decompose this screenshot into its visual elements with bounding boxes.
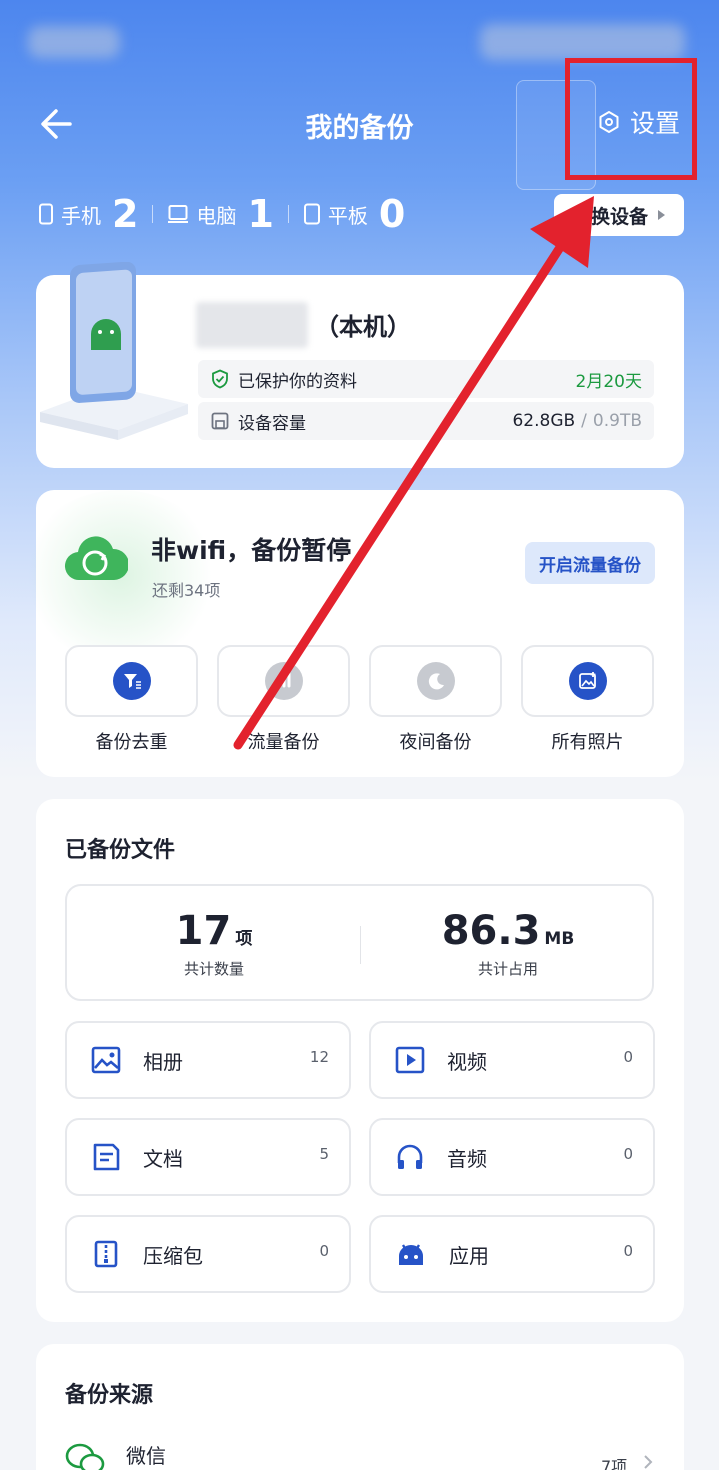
category-count: 5	[319, 1145, 329, 1163]
phone-count: 2	[112, 192, 139, 236]
zip-icon	[94, 1240, 118, 1268]
enable-cellular-backup-button[interactable]: 开启流量备份	[525, 542, 655, 584]
source-name: 微信	[126, 1444, 166, 1468]
headphones-icon	[397, 1144, 423, 1169]
total-size-label: 共计占用	[477, 960, 538, 978]
category-count: 12	[309, 1048, 329, 1066]
dedupe-tool-button[interactable]	[65, 645, 198, 717]
category-document[interactable]: 文档 5	[65, 1118, 351, 1196]
android-icon	[399, 1244, 423, 1265]
category-name: 文档	[143, 1146, 183, 1171]
play-arrow-icon	[658, 210, 665, 220]
laptop-count: 1	[247, 192, 274, 236]
cellular-backup-tool-label: 流量备份	[247, 732, 320, 753]
shield-check-icon	[212, 369, 228, 389]
capacity-used: 62.8GB	[512, 411, 576, 431]
capacity-label: 设备容量	[238, 413, 306, 434]
switch-device-button[interactable]: 切换设备	[554, 194, 684, 236]
night-backup-tool-button[interactable]	[369, 645, 502, 717]
total-size-block: 86.3 MB 共计占用	[361, 908, 655, 979]
document-icon	[93, 1143, 120, 1171]
wechat-icon	[65, 1443, 105, 1470]
protected-label: 已保护你的资料	[238, 371, 357, 392]
storage-icon	[211, 412, 229, 430]
tablet-label: 平板	[327, 203, 368, 228]
category-count: 0	[623, 1242, 633, 1260]
laptop-icon	[168, 205, 189, 223]
chevron-right-icon	[644, 1455, 653, 1469]
all-photos-tool-button[interactable]	[521, 645, 654, 717]
filter-icon	[112, 662, 151, 700]
category-name: 应用	[449, 1243, 489, 1268]
dedupe-tool-label: 备份去重	[95, 732, 168, 753]
device-count-tablet[interactable]: 平板 0	[303, 192, 405, 236]
tablet-icon	[303, 203, 320, 225]
capacity-row: 设备容量 62.8GB / 0.9TB	[198, 402, 654, 440]
category-apps[interactable]: 应用 0	[369, 1215, 655, 1293]
device-count-phone[interactable]: 手机 2	[38, 192, 138, 236]
category-name: 视频	[447, 1049, 487, 1074]
divider	[152, 205, 154, 223]
files-summary: 17 项 共计数量 86.3 MB 共计占用	[65, 884, 654, 1001]
category-name: 压缩包	[143, 1243, 203, 1268]
category-album[interactable]: 相册 12	[65, 1021, 351, 1099]
category-name: 相册	[143, 1049, 183, 1074]
backup-sources-title: 备份来源	[65, 1383, 154, 1408]
source-count: 7项	[601, 1457, 628, 1470]
device-count-bar: 手机 2 电脑 1 平板 0	[38, 192, 405, 236]
night-backup-tool-label: 夜间备份	[399, 732, 472, 753]
switch-device-label: 切换设备	[571, 205, 648, 228]
category-count: 0	[623, 1048, 633, 1066]
tablet-count: 0	[378, 192, 406, 236]
moon-icon	[416, 662, 455, 700]
category-count: 0	[319, 1242, 329, 1260]
backup-status-title: 非wifi，备份暂停	[151, 536, 352, 565]
protection-row: 已保护你的资料 2月20天	[198, 360, 654, 398]
album-icon	[91, 1046, 121, 1074]
capacity-divider: /	[581, 411, 587, 431]
protected-value: 2月20天	[575, 371, 642, 392]
category-audio[interactable]: 音频 0	[369, 1118, 655, 1196]
backed-up-files-title: 已备份文件	[65, 838, 176, 863]
annotation-highlight-box	[565, 58, 697, 180]
total-count-label: 共计数量	[183, 960, 244, 978]
total-count-unit: 项	[235, 929, 253, 949]
status-bar-blur-right	[480, 24, 685, 60]
device-local-label: （本机）	[315, 313, 411, 341]
category-video[interactable]: 视频 0	[369, 1021, 655, 1099]
source-item-wechat[interactable]: 微信 7项	[65, 1436, 655, 1470]
device-name-redacted	[196, 302, 308, 348]
cloud-sync-icon	[64, 536, 128, 581]
divider	[287, 205, 289, 223]
phone-label: 手机	[61, 203, 101, 228]
status-bar-blur-left	[28, 26, 120, 58]
device-count-laptop[interactable]: 电脑 1	[167, 192, 274, 236]
photo-add-icon	[568, 662, 607, 700]
all-photos-tool-label: 所有照片	[551, 732, 624, 753]
category-name: 音频	[447, 1146, 487, 1171]
backup-remaining: 还剩34项	[152, 581, 221, 600]
category-archive[interactable]: 压缩包 0	[65, 1215, 351, 1293]
category-count: 0	[623, 1145, 633, 1163]
phone-icon	[39, 203, 53, 225]
phone-illustration	[40, 262, 188, 440]
capacity-total: 0.9TB	[592, 411, 642, 431]
signal-icon	[264, 662, 303, 700]
total-size: 86.3	[441, 908, 541, 954]
total-count: 17	[175, 908, 232, 954]
laptop-label: 电脑	[196, 203, 237, 228]
cellular-backup-tool-button[interactable]	[217, 645, 350, 717]
total-size-unit: MB	[544, 929, 575, 949]
total-count-block: 17 项 共计数量	[67, 908, 361, 979]
video-icon	[395, 1046, 425, 1074]
